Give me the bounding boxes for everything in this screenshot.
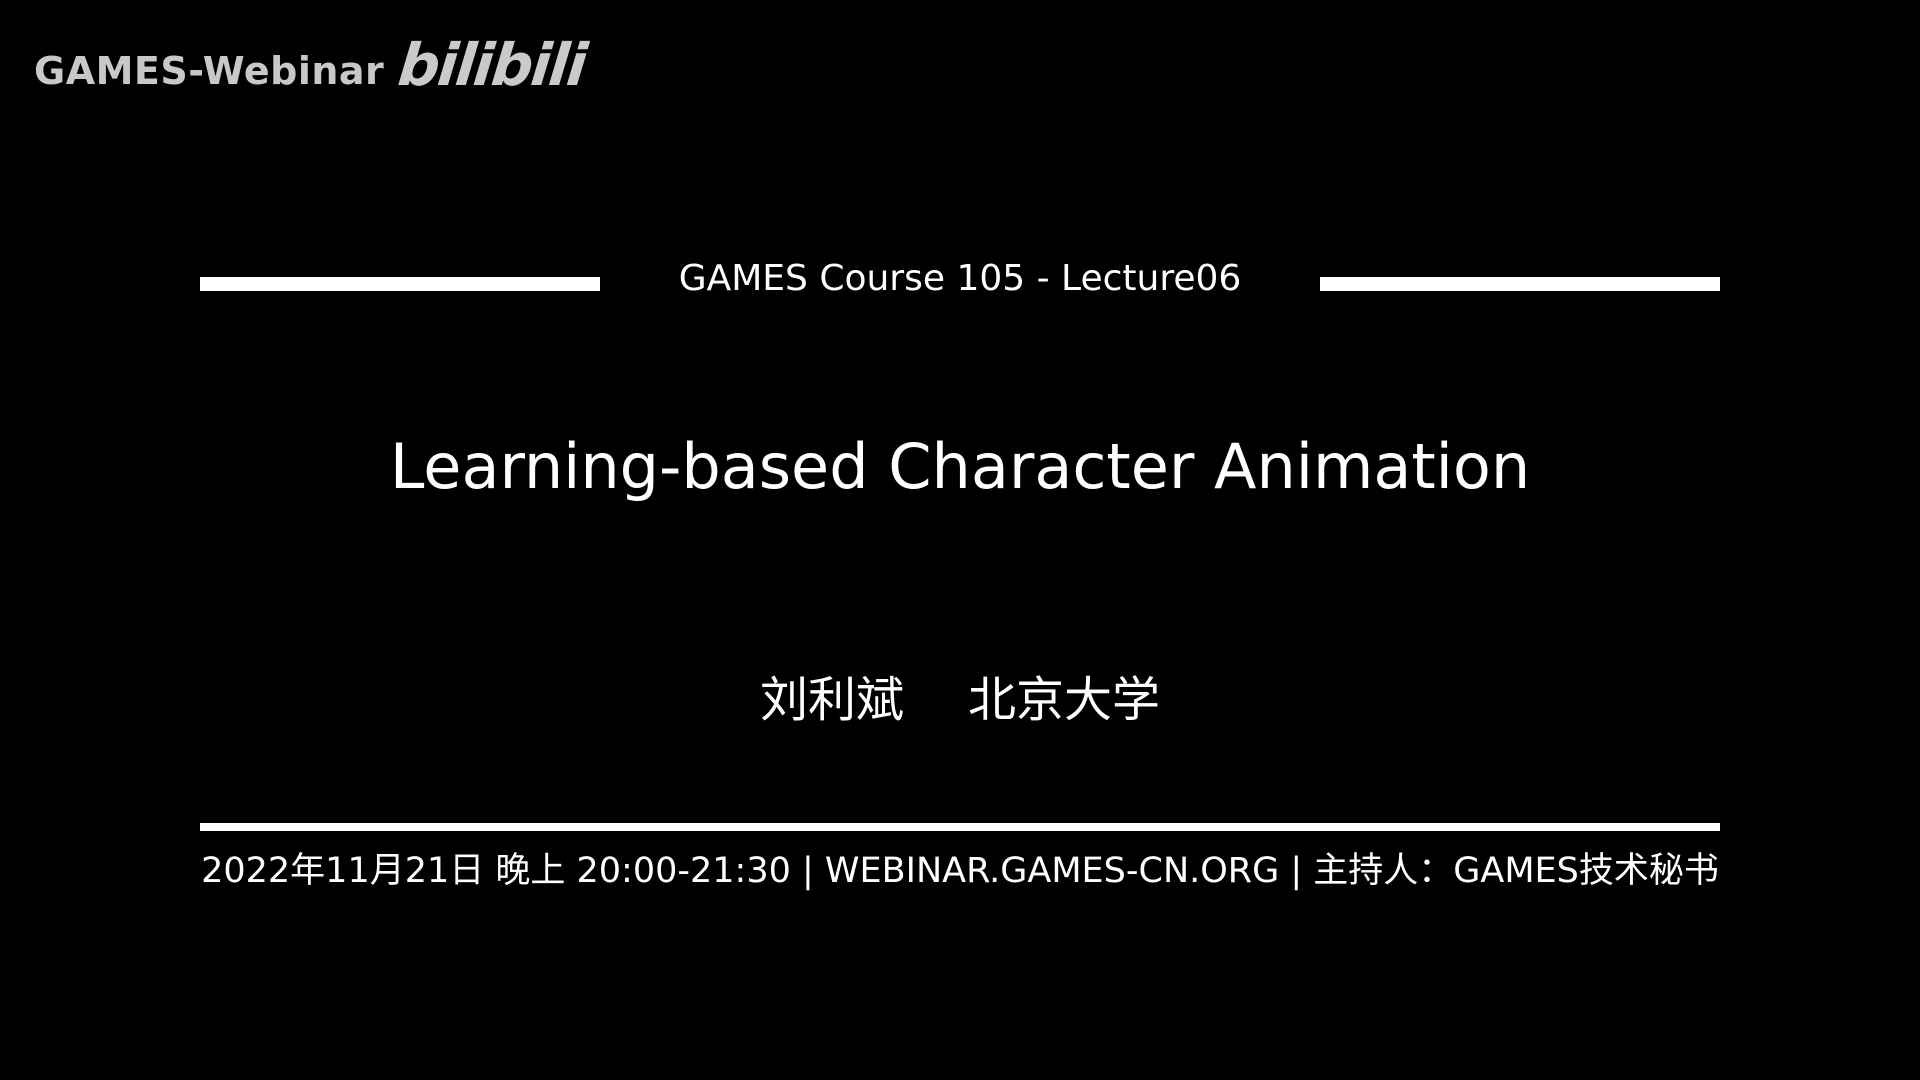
- speaker-affiliation: 北京大学: [968, 672, 1161, 728]
- video-frame: GAMES-Webinar bilibili GAMES Course 105 …: [0, 0, 1920, 1080]
- channel-watermark: GAMES-Webinar bilibili: [34, 31, 589, 106]
- footer-rule: [200, 823, 1720, 831]
- channel-name: GAMES-Webinar: [34, 49, 385, 93]
- bilibili-logo: bilibili: [395, 31, 589, 99]
- header-rule-right: [1320, 277, 1720, 291]
- speaker-line: 刘利斌 北京大学: [0, 660, 1920, 730]
- course-label: GAMES Course 105 - Lecture06: [678, 258, 1242, 299]
- header-rule-left: [200, 277, 600, 291]
- event-info-footer: 2022年11月21日 晚上 20:00-21:30 | WEBINAR.GAM…: [201, 851, 1719, 891]
- slide-title: Learning-based Character Animation: [389, 430, 1531, 503]
- speaker-name: 刘利斌: [759, 672, 904, 728]
